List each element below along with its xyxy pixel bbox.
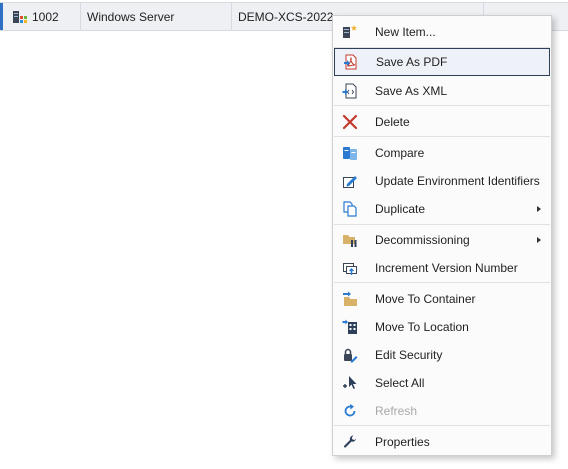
update-identifiers-icon bbox=[342, 173, 358, 189]
menu-item-label: Duplicate bbox=[375, 202, 426, 216]
menu-item-duplicate[interactable]: Duplicate bbox=[333, 195, 551, 223]
menu-item-label: Select All bbox=[375, 376, 425, 390]
move-location-icon bbox=[342, 319, 358, 335]
page: 1002 Windows Server DEMO-XCS-2022 New It… bbox=[0, 0, 568, 469]
menu-item-update-environment-identifiers[interactable]: Update Environment Identifiers bbox=[333, 167, 551, 195]
refresh-icon bbox=[342, 403, 358, 419]
menu-item-label: Increment Version Number bbox=[375, 261, 518, 275]
cell-type[interactable]: Windows Server bbox=[81, 3, 232, 30]
xml-icon bbox=[342, 83, 358, 99]
menu-item-delete[interactable]: Delete bbox=[333, 108, 551, 136]
menu-separator bbox=[334, 136, 550, 137]
menu-item-label: New Item... bbox=[375, 25, 436, 39]
context-menu: New Item... Save As PDF Save As XML Dele… bbox=[332, 15, 552, 456]
chevron-right-icon bbox=[537, 237, 541, 243]
menu-item-label: Edit Security bbox=[375, 348, 443, 362]
menu-item-label: Decommissioning bbox=[375, 233, 470, 247]
menu-item-label: Save As PDF bbox=[376, 55, 448, 69]
cell-id[interactable]: 1002 bbox=[3, 3, 81, 30]
menu-separator bbox=[334, 282, 550, 283]
wrench-icon bbox=[342, 434, 358, 450]
increment-version-icon bbox=[342, 260, 358, 276]
menu-item-edit-security[interactable]: Edit Security bbox=[333, 341, 551, 369]
decommissioning-icon bbox=[342, 232, 358, 248]
duplicate-icon bbox=[342, 201, 358, 217]
menu-item-decommissioning[interactable]: Decommissioning bbox=[333, 226, 551, 254]
menu-item-label: Properties bbox=[375, 435, 430, 449]
select-all-icon bbox=[342, 375, 358, 391]
menu-separator bbox=[334, 224, 550, 225]
edit-security-icon bbox=[342, 347, 358, 363]
pdf-icon bbox=[343, 54, 359, 70]
new-item-icon bbox=[342, 24, 358, 40]
move-container-icon bbox=[342, 291, 358, 307]
menu-item-label: Compare bbox=[375, 146, 425, 160]
menu-item-move-to-location[interactable]: Move To Location bbox=[333, 313, 551, 341]
menu-item-compare[interactable]: Compare bbox=[333, 139, 551, 167]
menu-item-refresh[interactable]: Refresh bbox=[333, 397, 551, 425]
menu-item-move-to-container[interactable]: Move To Container bbox=[333, 285, 551, 313]
menu-item-label: Save As XML bbox=[375, 84, 448, 98]
menu-item-save-as-xml[interactable]: Save As XML bbox=[333, 77, 551, 105]
menu-item-label: Delete bbox=[375, 115, 410, 129]
menu-item-label: Move To Container bbox=[375, 292, 476, 306]
menu-item-label: Move To Location bbox=[375, 320, 469, 334]
delete-icon bbox=[342, 114, 358, 130]
menu-item-label: Refresh bbox=[375, 404, 418, 418]
menu-item-label: Update Environment Identifiers bbox=[375, 174, 540, 188]
compare-icon bbox=[342, 145, 358, 161]
server-icon bbox=[12, 9, 28, 25]
menu-separator bbox=[334, 425, 550, 426]
menu-separator bbox=[334, 105, 550, 106]
row-name: DEMO-XCS-2022 bbox=[238, 9, 334, 24]
row-type: Windows Server bbox=[87, 9, 175, 24]
menu-item-increment-version-number[interactable]: Increment Version Number bbox=[333, 254, 551, 282]
menu-item-new-item[interactable]: New Item... bbox=[333, 18, 551, 46]
chevron-right-icon bbox=[537, 206, 541, 212]
row-id: 1002 bbox=[32, 9, 59, 24]
menu-item-save-as-pdf[interactable]: Save As PDF bbox=[334, 48, 550, 76]
menu-item-properties[interactable]: Properties bbox=[333, 428, 551, 456]
menu-item-select-all[interactable]: Select All bbox=[333, 369, 551, 397]
